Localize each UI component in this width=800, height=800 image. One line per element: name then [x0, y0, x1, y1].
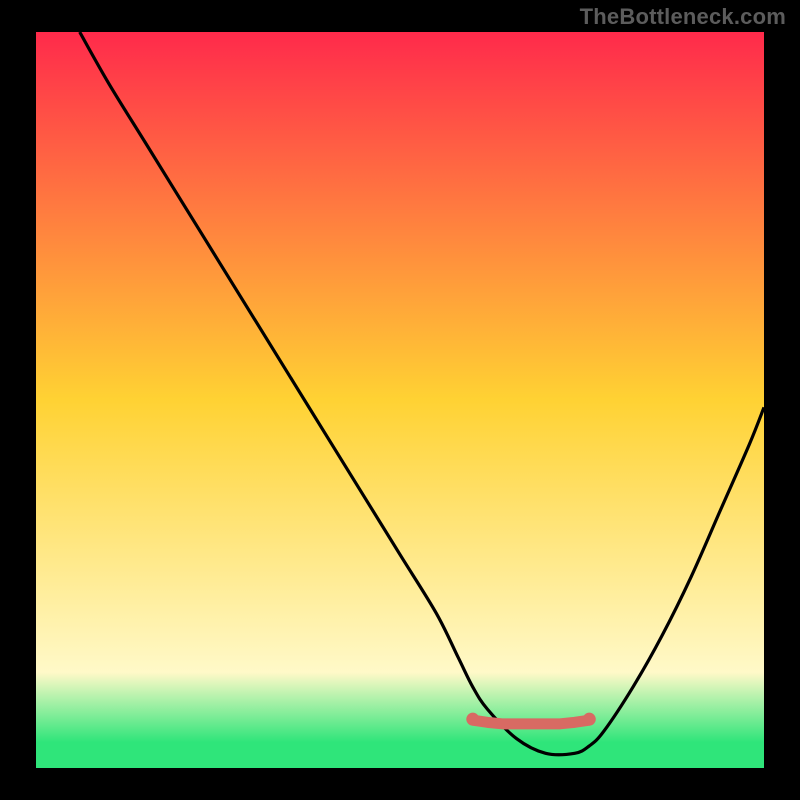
marker-dot-left	[466, 713, 479, 726]
marker-dot-right	[583, 713, 596, 726]
chart-svg	[0, 0, 800, 800]
marker-line	[473, 720, 589, 724]
watermark-text: TheBottleneck.com	[580, 4, 786, 30]
chart-stage: TheBottleneck.com	[0, 0, 800, 800]
